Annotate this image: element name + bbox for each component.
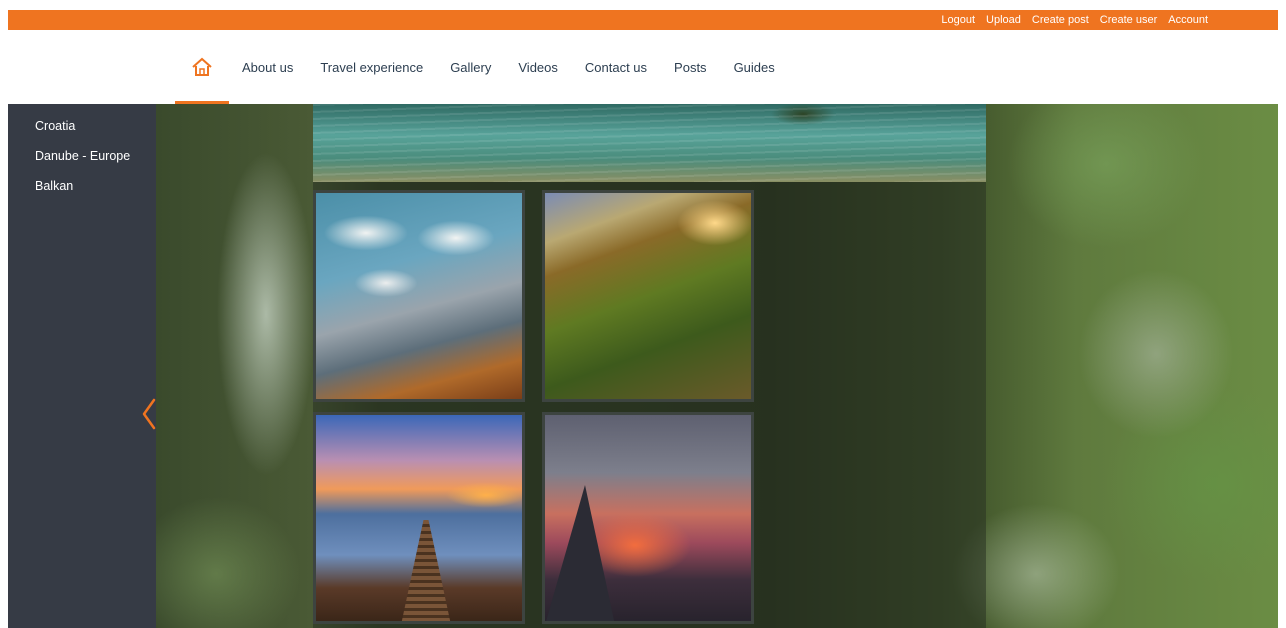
chevron-left-icon <box>142 398 156 430</box>
nav-guides[interactable]: Guides <box>734 60 775 75</box>
nav-videos[interactable]: Videos <box>518 60 558 75</box>
account-link[interactable]: Account <box>1168 10 1208 30</box>
carousel-prev-button[interactable] <box>138 397 160 431</box>
upload-link[interactable]: Upload <box>986 10 1021 30</box>
nav-gallery[interactable]: Gallery <box>450 60 491 75</box>
gallery-thumb-mountains[interactable] <box>313 190 525 402</box>
home-icon <box>192 57 212 76</box>
top-bar: Logout Upload Create post Create user Ac… <box>8 10 1278 30</box>
nav-contact-us[interactable]: Contact us <box>585 60 647 75</box>
sidebar-item-danube-europe[interactable]: Danube - Europe <box>8 148 156 178</box>
gallery-thumb-pier[interactable] <box>313 412 525 624</box>
gallery-thumb-valley[interactable] <box>542 190 754 402</box>
create-user-link[interactable]: Create user <box>1100 10 1157 30</box>
sidebar-item-balkan[interactable]: Balkan <box>8 178 156 208</box>
nav-home[interactable] <box>175 30 229 104</box>
nav-posts[interactable]: Posts <box>674 60 707 75</box>
sidebar: Croatia Danube - Europe Balkan <box>8 104 156 628</box>
nav-travel-experience[interactable]: Travel experience <box>320 60 423 75</box>
sidebar-item-croatia[interactable]: Croatia <box>8 118 156 148</box>
nav-items: About us Travel experience Gallery Video… <box>242 30 775 104</box>
nav-about-us[interactable]: About us <box>242 60 293 75</box>
logout-link[interactable]: Logout <box>941 10 975 30</box>
create-post-link[interactable]: Create post <box>1032 10 1089 30</box>
banner-image <box>313 104 986 182</box>
gallery-thumb-sunset-peaks[interactable] <box>542 412 754 624</box>
main-nav: About us Travel experience Gallery Video… <box>8 30 1278 104</box>
